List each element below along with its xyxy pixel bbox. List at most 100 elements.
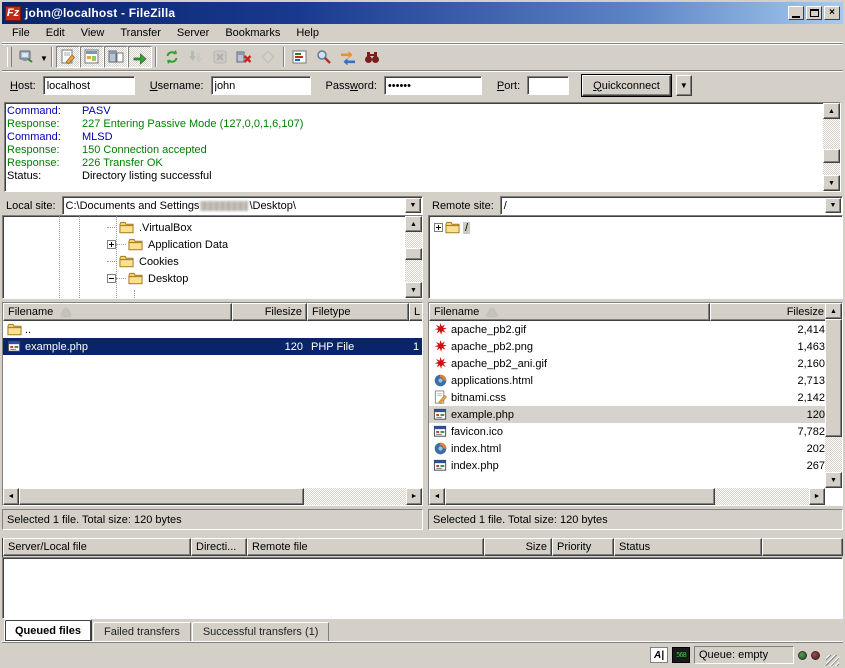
menu-help[interactable]: Help bbox=[288, 25, 327, 41]
encryption-icon[interactable]: 568 bbox=[672, 647, 690, 663]
tree-connector bbox=[116, 244, 126, 245]
queue-column-size[interactable]: Size bbox=[484, 538, 552, 556]
tree-item-root[interactable]: / bbox=[434, 219, 838, 236]
column-header-l[interactable]: L bbox=[409, 303, 423, 321]
tree-item-application-data[interactable]: Application Data bbox=[107, 236, 402, 253]
log-line: Response:226 Transfer OK bbox=[7, 157, 820, 170]
file-row[interactable]: applications.html2,713 bbox=[429, 372, 825, 389]
chevron-down-icon[interactable]: ▼ bbox=[405, 198, 421, 213]
remote-hscrollbar-thumb[interactable] bbox=[445, 488, 715, 505]
file-row[interactable]: favicon.ico7,782 bbox=[429, 423, 825, 440]
column-header-filename[interactable]: Filename bbox=[3, 303, 232, 321]
local-hscrollbar-thumb[interactable] bbox=[19, 488, 304, 505]
file-row[interactable]: bitnami.css2,142 bbox=[429, 389, 825, 406]
tree-item-desktop[interactable]: Desktop bbox=[107, 270, 402, 287]
quickconnect-dropdown-button[interactable]: ▼ bbox=[676, 75, 692, 96]
scroll-right-icon[interactable]: ► bbox=[406, 488, 422, 505]
password-input[interactable] bbox=[384, 76, 482, 95]
port-input[interactable] bbox=[527, 76, 569, 95]
tree-item--virtualbox[interactable]: .VirtualBox bbox=[107, 219, 402, 236]
site-manager-button[interactable] bbox=[15, 46, 39, 68]
scroll-right-icon[interactable]: ► bbox=[809, 488, 825, 505]
menu-transfer[interactable]: Transfer bbox=[112, 25, 169, 41]
log-icon bbox=[60, 49, 76, 65]
local-horizontal-scrollbar[interactable]: ◄ ► bbox=[3, 488, 422, 505]
column-header-filesize[interactable]: Filesize bbox=[710, 303, 829, 321]
file-row[interactable]: apache_pb2_ani.gif2,160 bbox=[429, 355, 825, 372]
local-site-combobox[interactable]: C:\Documents and Settings\Desktop\ ▼ bbox=[62, 196, 423, 215]
chevron-down-icon[interactable]: ▼ bbox=[825, 198, 841, 213]
tree-connector bbox=[107, 227, 117, 228]
collapse-icon[interactable] bbox=[107, 274, 116, 283]
file-row[interactable]: apache_pb2.gif2,414 bbox=[429, 321, 825, 338]
scroll-down-icon[interactable]: ▼ bbox=[823, 175, 840, 191]
file-row[interactable]: index.html202 bbox=[429, 440, 825, 457]
scroll-left-icon[interactable]: ◄ bbox=[429, 488, 445, 505]
scroll-down-icon[interactable]: ▼ bbox=[825, 472, 842, 488]
menu-bookmarks[interactable]: Bookmarks bbox=[217, 25, 288, 41]
refresh-button[interactable] bbox=[160, 46, 184, 68]
column-header-filesize[interactable]: Filesize bbox=[232, 303, 307, 321]
log-scrollbar[interactable]: ▲ ▼ bbox=[823, 103, 840, 191]
toggle-remote-tree-button[interactable] bbox=[104, 46, 128, 68]
toggle-local-tree-button[interactable] bbox=[80, 46, 104, 68]
remote-list-scrollbar-thumb[interactable] bbox=[825, 319, 842, 437]
file-row[interactable]: example.php120PHP File1 bbox=[3, 338, 422, 355]
toolbar-grip[interactable] bbox=[7, 47, 12, 67]
resize-grip[interactable] bbox=[826, 655, 839, 668]
column-header-filename[interactable]: Filename bbox=[429, 303, 710, 321]
log-scrollbar-thumb[interactable] bbox=[823, 149, 840, 163]
tab-queued-files[interactable]: Queued files bbox=[4, 619, 92, 641]
queue-column-server-local-file[interactable]: Server/Local file bbox=[3, 538, 191, 556]
scroll-up-icon[interactable]: ▲ bbox=[405, 216, 422, 232]
host-input[interactable] bbox=[43, 76, 135, 95]
menu-file[interactable]: File bbox=[4, 25, 38, 41]
file-icon bbox=[7, 339, 22, 354]
toggle-queue-button[interactable] bbox=[128, 46, 152, 68]
maximize-button[interactable] bbox=[806, 6, 822, 20]
find-files-button[interactable] bbox=[360, 46, 384, 68]
remote-site-combobox[interactable]: / ▼ bbox=[500, 196, 843, 215]
column-header-filetype[interactable]: Filetype bbox=[307, 303, 409, 321]
close-button[interactable]: × bbox=[824, 6, 840, 20]
reconnect-button bbox=[256, 46, 280, 68]
local-tree-scrollbar-thumb[interactable] bbox=[405, 248, 422, 260]
expand-icon[interactable] bbox=[434, 223, 443, 232]
tab-successful-transfers-1-[interactable]: Successful transfers (1) bbox=[192, 622, 330, 641]
refresh-icon bbox=[164, 49, 180, 65]
minimize-button[interactable] bbox=[788, 6, 804, 20]
file-name: apache_pb2.png bbox=[451, 341, 533, 353]
menu-server[interactable]: Server bbox=[169, 25, 217, 41]
queue-column-priority[interactable]: Priority bbox=[552, 538, 614, 556]
file-row[interactable]: .. bbox=[3, 321, 422, 338]
data-type-icon[interactable]: A| bbox=[650, 647, 668, 663]
menu-edit[interactable]: Edit bbox=[38, 25, 73, 41]
remote-file-list: FilenameFilesize apache_pb2.gif2,414apac… bbox=[428, 302, 843, 506]
quickconnect-button[interactable]: Quickconnect bbox=[582, 75, 671, 96]
username-input[interactable] bbox=[211, 76, 311, 95]
menu-view[interactable]: View bbox=[73, 25, 113, 41]
filter-button[interactable] bbox=[288, 46, 312, 68]
scroll-left-icon[interactable]: ◄ bbox=[3, 488, 19, 505]
scroll-up-icon[interactable]: ▲ bbox=[825, 303, 842, 319]
queue-column-directi-[interactable]: Directi... bbox=[191, 538, 247, 556]
disconnect-button[interactable] bbox=[232, 46, 256, 68]
queue-column-status[interactable]: Status bbox=[614, 538, 762, 556]
queue-column-remote-file[interactable]: Remote file bbox=[247, 538, 484, 556]
tree-item-cookies[interactable]: Cookies bbox=[107, 253, 402, 270]
scroll-up-icon[interactable]: ▲ bbox=[823, 103, 840, 119]
local-tree-scrollbar[interactable]: ▲ ▼ bbox=[405, 216, 422, 298]
toggle-message-log-button[interactable] bbox=[56, 46, 80, 68]
expand-icon[interactable] bbox=[107, 240, 116, 249]
tab-failed-transfers[interactable]: Failed transfers bbox=[93, 622, 191, 641]
file-row[interactable]: index.php267 bbox=[429, 457, 825, 474]
remote-list-scrollbar[interactable]: ▲ ▼ bbox=[825, 303, 842, 488]
file-row[interactable]: example.php120 bbox=[429, 406, 825, 423]
remote-horizontal-scrollbar[interactable]: ◄ ► bbox=[429, 488, 825, 505]
scroll-down-icon[interactable]: ▼ bbox=[405, 282, 422, 298]
directory-comparison-button[interactable] bbox=[312, 46, 336, 68]
file-row[interactable]: apache_pb2.png1,463 bbox=[429, 338, 825, 355]
tree-guide bbox=[59, 216, 60, 298]
chevron-down-icon[interactable]: ▼ bbox=[40, 52, 48, 63]
synchronized-browsing-button[interactable] bbox=[336, 46, 360, 68]
